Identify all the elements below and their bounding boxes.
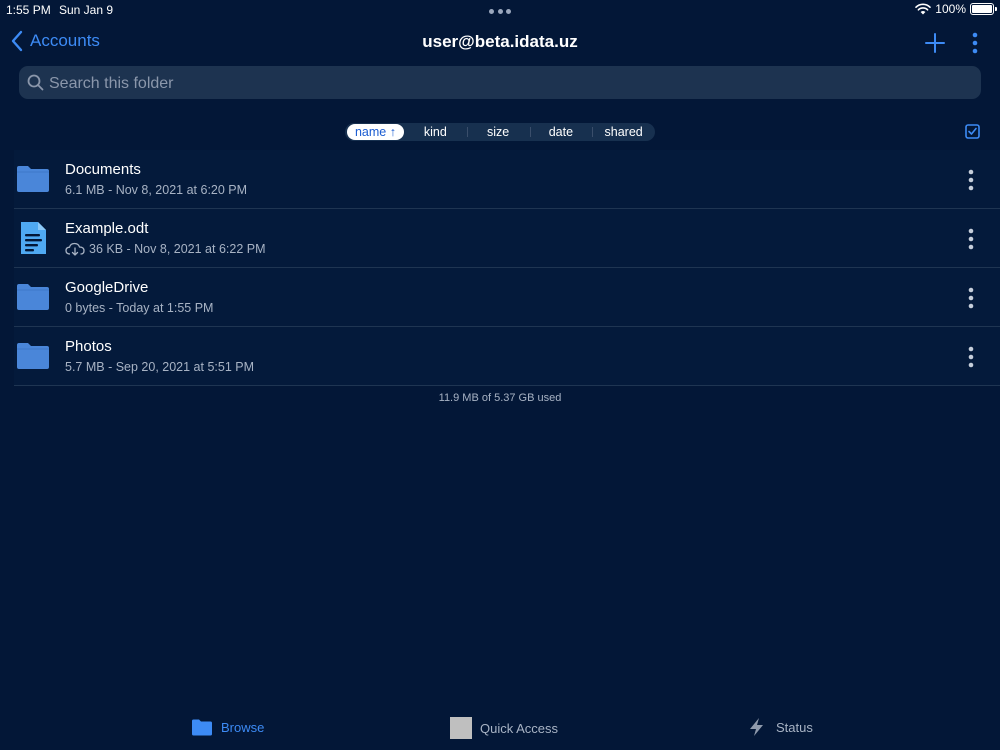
status-right: 100% <box>915 2 997 16</box>
folder-icon <box>192 719 212 736</box>
sort-date-button[interactable]: date <box>529 124 593 140</box>
tab-browse-label: Browse <box>221 719 265 735</box>
more-options-icon[interactable] <box>962 346 980 368</box>
sort-name-label: name <box>354 125 387 139</box>
file-name: Example.odt <box>65 220 149 237</box>
cloud-download-icon <box>65 242 85 256</box>
sort-size-button[interactable]: size <box>466 124 530 140</box>
folder-icon <box>17 166 49 192</box>
file-meta-text: 0 bytes - Today at 1:55 PM <box>65 301 214 315</box>
storage-usage-label: 11.9 MB of 5.37 GB used <box>438 392 562 404</box>
tab-status-label: Status <box>776 719 813 735</box>
list-item-photos[interactable]: Photos 5.7 MB - Sep 20, 2021 at 5:51 PM <box>14 327 1000 386</box>
file-name: Photos <box>65 338 112 355</box>
quick-access-icon <box>450 717 472 739</box>
search-icon <box>27 74 44 91</box>
status-time: 1:55 PM <box>6 3 51 17</box>
folder-icon <box>17 284 49 310</box>
file-list: Documents 6.1 MB - Nov 8, 2021 at 6:20 P… <box>0 150 1000 386</box>
file-meta-text: 6.1 MB - Nov 8, 2021 at 6:20 PM <box>65 183 248 197</box>
bolt-icon <box>750 718 763 736</box>
tab-bar: Browse Quick Access Status <box>0 710 1000 750</box>
file-meta-text: 36 KB - Nov 8, 2021 at 6:22 PM <box>89 242 266 256</box>
search-bar[interactable] <box>19 66 981 101</box>
add-button[interactable] <box>924 32 946 54</box>
file-meta-text: 5.7 MB - Sep 20, 2021 at 5:51 PM <box>65 360 255 374</box>
more-options-icon[interactable] <box>962 169 980 191</box>
sort-kind-button[interactable]: kind <box>404 124 467 140</box>
battery-percent: 100% <box>935 2 966 16</box>
more-options-icon[interactable] <box>966 31 984 55</box>
tab-quick-access-label: Quick Access <box>480 720 559 736</box>
list-item-example-odt[interactable]: Example.odt 36 KB - Nov 8, 2021 at 6:22 … <box>14 209 1000 268</box>
folder-icon <box>17 343 49 369</box>
file-meta: 6.1 MB - Nov 8, 2021 at 6:20 PM <box>65 183 247 197</box>
search-input[interactable] <box>47 66 971 101</box>
document-icon <box>21 222 46 254</box>
sort-shared-button[interactable]: shared <box>592 124 655 140</box>
battery-icon <box>970 3 997 15</box>
tab-status[interactable]: Status <box>746 717 813 737</box>
tab-quick-access[interactable]: Quick Access <box>450 717 558 739</box>
more-options-icon[interactable] <box>962 228 980 250</box>
sort-name-button[interactable]: name ↑ <box>347 124 404 140</box>
file-name: Documents <box>65 161 141 178</box>
tab-browse[interactable]: Browse <box>191 717 264 737</box>
status-bar: 1:55 PM Sun Jan 9 100% <box>0 0 1000 20</box>
file-meta: 36 KB - Nov 8, 2021 at 6:22 PM <box>65 242 266 256</box>
file-meta: 0 bytes - Today at 1:55 PM <box>65 301 213 315</box>
wifi-icon <box>915 3 932 15</box>
list-item-googledrive[interactable]: GoogleDrive 0 bytes - Today at 1:55 PM <box>14 268 1000 327</box>
status-date: Sun Jan 9 <box>59 3 114 17</box>
file-meta: 5.7 MB - Sep 20, 2021 at 5:51 PM <box>65 360 254 374</box>
sort-ascending-arrow-icon: ↑ <box>389 125 396 139</box>
file-name: GoogleDrive <box>65 279 149 296</box>
multitasking-dots-icon[interactable] <box>489 9 511 15</box>
list-item-documents[interactable]: Documents 6.1 MB - Nov 8, 2021 at 6:20 P… <box>14 150 1000 209</box>
checkbox-select-icon[interactable] <box>965 124 980 139</box>
page-title: user@beta.idata.uz <box>422 32 578 51</box>
navigation-bar: Accounts user@beta.idata.uz <box>0 22 1000 62</box>
sort-segmented-control: name ↑ kind size date shared <box>345 123 655 141</box>
more-options-icon[interactable] <box>962 287 980 309</box>
